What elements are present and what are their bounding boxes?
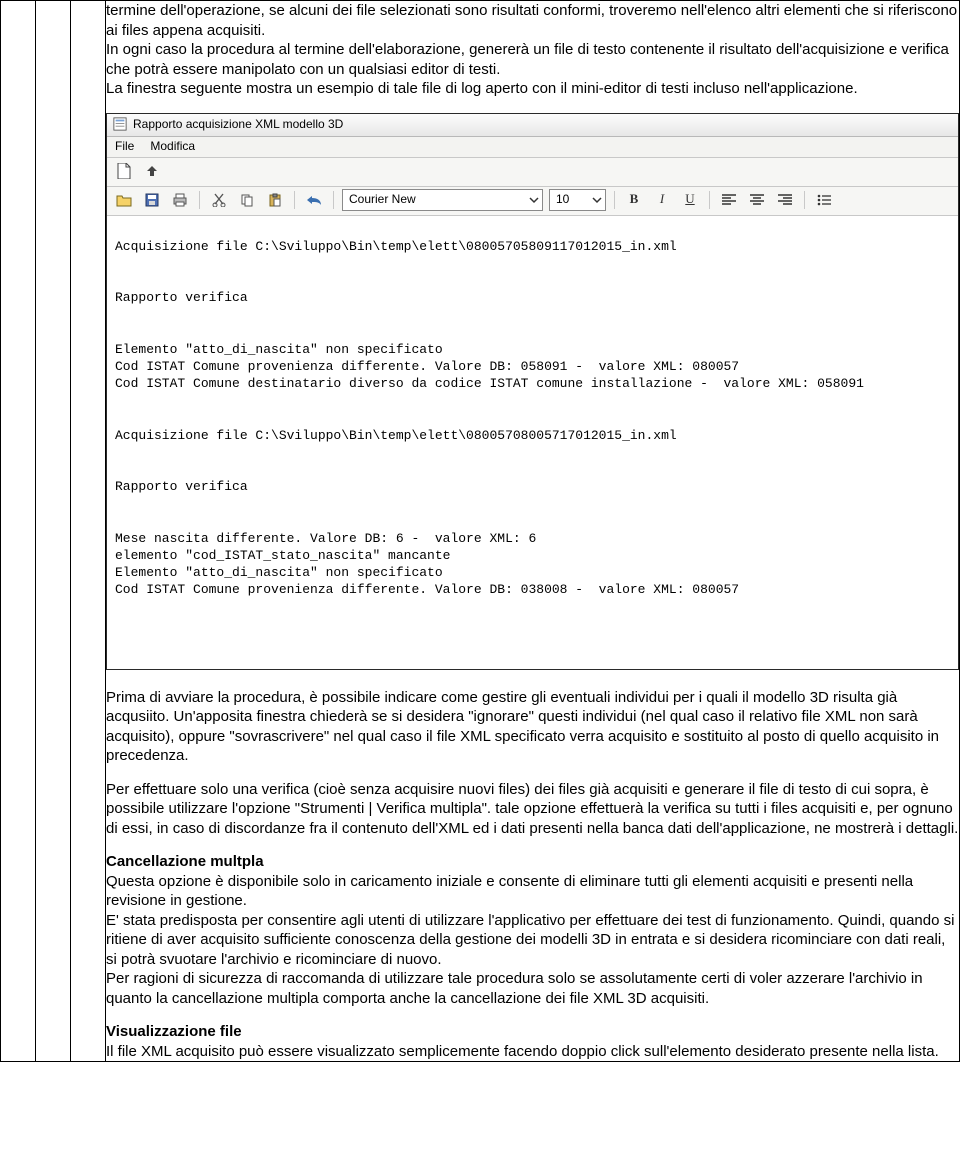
cut-icon[interactable]: [208, 189, 230, 211]
align-right-icon[interactable]: [774, 189, 796, 211]
margin-col-2: [36, 1, 71, 1062]
new-doc-icon[interactable]: [113, 160, 135, 182]
copy-icon[interactable]: [236, 189, 258, 211]
margin-col-3: [71, 1, 106, 1062]
underline-button[interactable]: U: [679, 189, 701, 211]
align-center-icon[interactable]: [746, 189, 768, 211]
fontsize-value: 10: [556, 192, 569, 208]
undo-icon[interactable]: [303, 189, 325, 211]
heading: Cancellazione multpla: [106, 852, 959, 872]
window-title: Rapporto acquisizione XML modello 3D: [133, 117, 343, 133]
paragraph: Il file XML acquisito può essere visuali…: [106, 1042, 959, 1062]
separator-icon: [199, 191, 200, 209]
separator-icon: [709, 191, 710, 209]
toolbar-row-1: [107, 158, 958, 187]
menu-modifica[interactable]: Modifica: [150, 139, 195, 155]
paste-icon[interactable]: [264, 189, 286, 211]
margin-col-1: [1, 1, 36, 1062]
menu-file[interactable]: File: [115, 139, 134, 155]
content-cell: termine dell'operazione, se alcuni dei f…: [106, 1, 960, 1062]
open-icon[interactable]: [113, 189, 135, 211]
heading: Visualizzazione file: [106, 1022, 959, 1042]
paragraph: Prima di avviare la procedura, è possibi…: [106, 688, 959, 766]
editor-body[interactable]: Acquisizione file C:\Sviluppo\Bin\temp\e…: [107, 216, 958, 669]
italic-button[interactable]: I: [651, 189, 673, 211]
separator-icon: [614, 191, 615, 209]
paragraph: In ogni caso la procedura al termine del…: [106, 40, 959, 79]
paragraph: Questa opzione è disponibile solo in car…: [106, 872, 959, 911]
separator-icon: [294, 191, 295, 209]
chevron-down-icon: [529, 195, 539, 205]
separator-icon: [333, 191, 334, 209]
paragraph: La finestra seguente mostra un esempio d…: [106, 79, 959, 99]
bold-button[interactable]: B: [623, 189, 645, 211]
fontsize-select[interactable]: 10: [549, 189, 606, 211]
paragraph: Per effettuare solo una verifica (cioè s…: [106, 780, 959, 839]
up-arrow-icon[interactable]: [141, 160, 163, 182]
window-titlebar: Rapporto acquisizione XML modello 3D: [107, 114, 958, 138]
toolbar-row-2: Courier New 10 B I U: [107, 187, 958, 216]
separator-icon: [804, 191, 805, 209]
app-icon: [113, 117, 127, 131]
paragraph: Per ragioni di sicurezza di raccomanda d…: [106, 969, 959, 1008]
paragraph: E' stata predisposta per consentire agli…: [106, 911, 959, 970]
paragraph: termine dell'operazione, se alcuni dei f…: [106, 1, 959, 40]
save-icon[interactable]: [141, 189, 163, 211]
print-icon[interactable]: [169, 189, 191, 211]
align-left-icon[interactable]: [718, 189, 740, 211]
layout-table: termine dell'operazione, se alcuni dei f…: [0, 0, 960, 1062]
bullets-icon[interactable]: [813, 189, 835, 211]
font-select[interactable]: Courier New: [342, 189, 543, 211]
chevron-down-icon: [592, 195, 602, 205]
font-select-value: Courier New: [349, 192, 416, 208]
menubar: File Modifica: [107, 137, 958, 158]
editor-window: Rapporto acquisizione XML modello 3D Fil…: [106, 113, 959, 670]
